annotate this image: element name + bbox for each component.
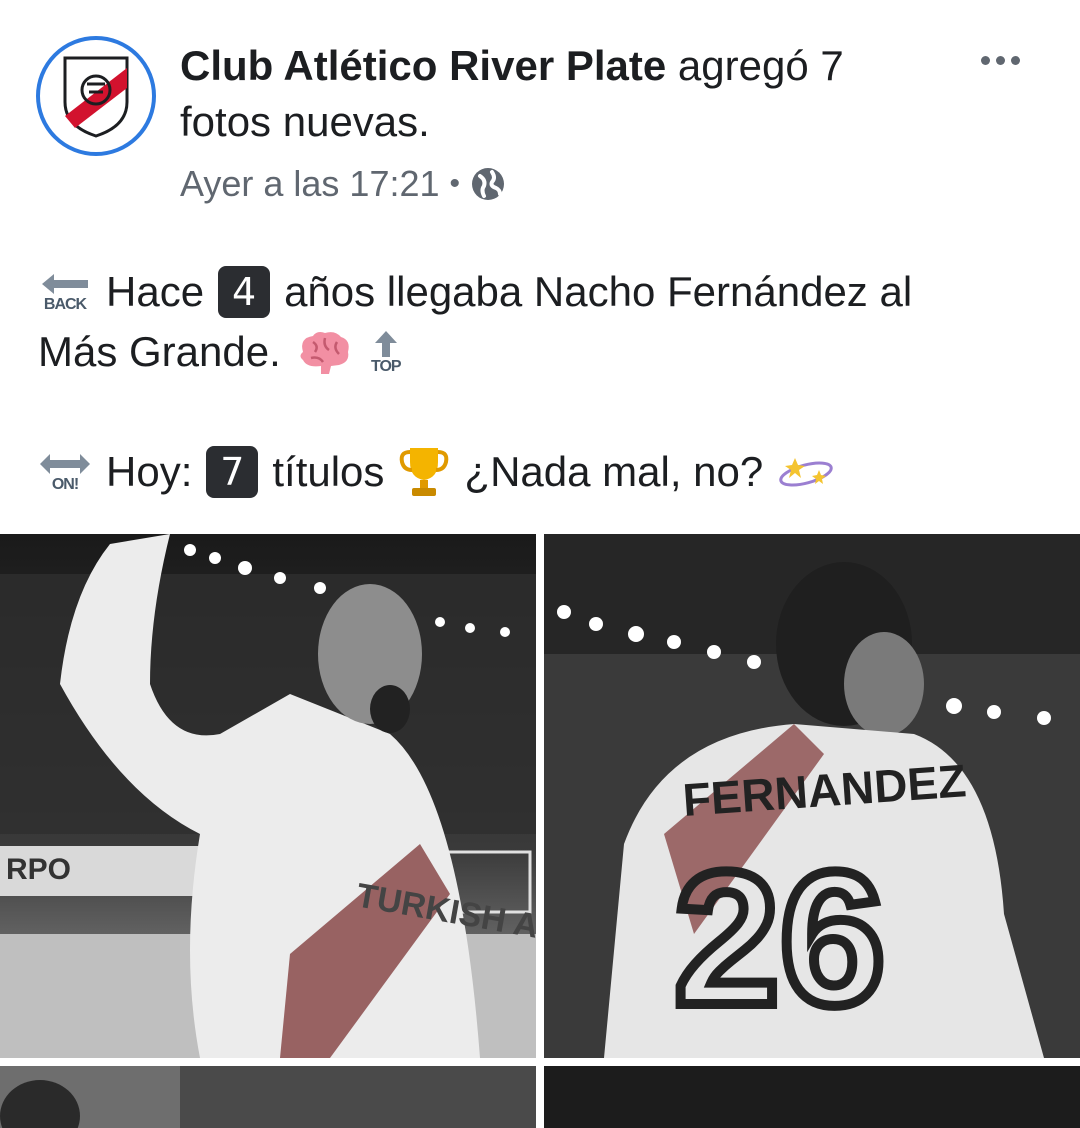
river-plate-crest-icon	[63, 56, 129, 138]
photo-1-image: RPO TURKISH AIRLINES	[0, 534, 536, 1058]
line1-rest: años llegaba Nacho Fernández al	[284, 268, 913, 315]
dizzy-stars-icon	[779, 458, 833, 487]
globe-icon[interactable]	[470, 166, 506, 202]
back-arrow-icon: BACK	[38, 271, 92, 313]
post-headline: Club Atlético River Plate agregó 7 fotos…	[180, 38, 940, 150]
post-line-3: ON! Hoy: 7 títulos ¿Nada mal, no?	[38, 442, 1048, 502]
post-photo-1[interactable]: RPO TURKISH AIRLINES	[0, 534, 536, 1058]
trophy-icon	[400, 448, 449, 496]
more-dot	[995, 55, 1005, 65]
line3-question: ¿Nada mal, no?	[464, 448, 764, 495]
line3-titles: títulos	[272, 448, 385, 495]
back-label: BACK	[43, 296, 87, 313]
keycap-4-icon: 4	[218, 266, 271, 318]
more-dot	[1010, 55, 1020, 65]
top-label: TOP	[370, 358, 402, 375]
post-meta: Ayer a las 17:21 •	[180, 160, 506, 208]
top-arrow-icon: TOP	[359, 329, 413, 375]
post-body: BACK Hace 4 años llegaba Nacho Fernández…	[38, 262, 1048, 502]
brain-icon	[300, 332, 349, 374]
svg-text:RPO: RPO	[6, 853, 71, 886]
line3-prefix: Hoy:	[106, 448, 193, 495]
post-line-1: BACK Hace 4 años llegaba Nacho Fernández…	[38, 262, 1048, 322]
line2-text: Más Grande.	[38, 328, 281, 375]
photo-3-image	[0, 1066, 536, 1128]
on-label: ON!	[51, 476, 79, 493]
post-photo-4[interactable]	[544, 1066, 1080, 1128]
meta-separator: •	[449, 167, 461, 200]
post-timestamp[interactable]: Ayer a las 17:21	[180, 160, 440, 208]
post-line-2: Más Grande. TOP	[38, 322, 1048, 382]
post-header: Club Atlético River Plate agregó 7 fotos…	[0, 0, 1080, 220]
page-avatar[interactable]	[36, 36, 156, 156]
line1-prefix: Hace	[106, 268, 205, 315]
photo-2-number: 26	[674, 833, 885, 1045]
keycap-7-icon: 7	[206, 446, 259, 498]
page-name-link[interactable]: Club Atlético River Plate	[180, 42, 666, 89]
post-photo-2[interactable]: FERNANDEZ 26	[544, 534, 1080, 1058]
more-options-button[interactable]	[968, 40, 1032, 80]
photo-2-image: FERNANDEZ 26	[544, 534, 1080, 1058]
post-photo-3[interactable]	[0, 1066, 536, 1128]
more-dot	[980, 55, 990, 65]
on-arrow-icon: ON!	[38, 451, 92, 493]
